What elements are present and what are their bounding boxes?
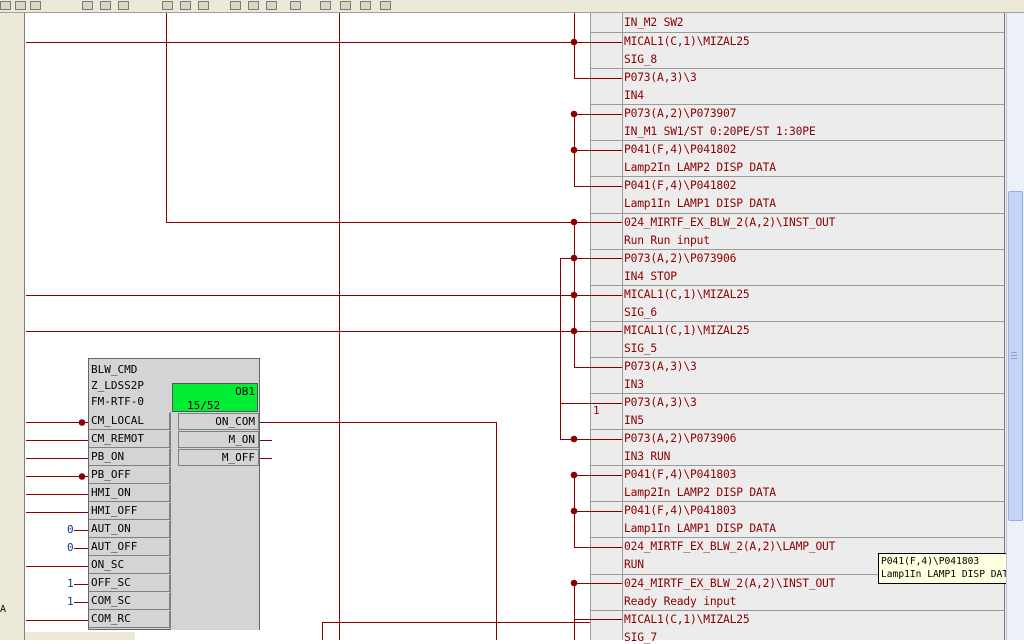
xref-row-comment: IN3 (624, 377, 644, 391)
xref-row-address[interactable]: P073(A,3)\3 (624, 360, 697, 373)
scrollbar-thumb[interactable] (1008, 191, 1023, 521)
input-pin-com-sc[interactable]: COM_SC (89, 593, 170, 610)
xref-row-address[interactable]: P073(A,3)\3 (624, 396, 697, 409)
input-pin-cm-local[interactable]: CM_LOCAL (89, 413, 170, 430)
xref-row-address[interactable]: 024_MIRTF_EX_BLW_2(A,2)\INST_OUT (624, 577, 835, 590)
block-name: BLW_CMD (91, 363, 138, 376)
hover-tooltip: P041(F,4)\P041803 Lamp1In LAMP1 DISP DAT… (878, 553, 1022, 584)
junction-dot (570, 254, 578, 262)
sheet-marker: 1 (593, 404, 600, 417)
xref-row-comment: Lamp2In LAMP2 DISP DATA (624, 486, 776, 500)
xref-row-address[interactable]: IN_M2 SW2 (624, 16, 684, 29)
tooltip-line-2: Lamp1In LAMP1 DISP DATA (881, 569, 1014, 580)
xref-row-address[interactable]: MICAL1(C,1)\MIZAL25 (624, 288, 750, 301)
xref-row-comment: IN3 RUN (624, 450, 671, 464)
xref-row-comment: IN_M1 SW1/ST 0:20PE/ST 1:30PE (624, 125, 816, 139)
xref-row-address[interactable]: MICAL1(C,1)\MIZAL25 (624, 324, 750, 337)
constant-value[interactable]: 1 (67, 595, 74, 608)
junction-dot (570, 291, 578, 299)
xref-row-address[interactable]: P041(F,4)\P041803 (624, 468, 736, 481)
input-pin-pb-off[interactable]: PB_OFF (89, 467, 170, 484)
input-pin-hmi-on[interactable]: HMI_ON (89, 485, 170, 502)
input-pin-hmi-off[interactable]: HMI_OFF (89, 503, 170, 520)
input-pin-pb-on[interactable]: PB_ON (89, 449, 170, 466)
input-junction-dot (78, 419, 86, 426)
input-pin-aut-off[interactable]: AUT_OFF (89, 539, 170, 556)
constant-value[interactable]: 0 (67, 541, 74, 554)
xref-row-comment: Lamp1In LAMP1 DISP DATA (624, 197, 776, 211)
sheet-tabs[interactable] (25, 632, 135, 640)
xref-row-comment: SIG_5 (624, 341, 658, 355)
block-type: Z_LDSS2P (91, 379, 144, 392)
xref-row-comment: Run Run input (624, 233, 710, 247)
xref-row-address[interactable]: MICAL1(C,1)\MIZAL25 (624, 613, 750, 626)
input-pin-on-sc[interactable]: ON_SC (89, 557, 170, 574)
junction-dot (570, 471, 578, 479)
xref-row-comment: SIG_6 (624, 305, 658, 319)
constant-value[interactable]: 0 (67, 523, 74, 536)
junction-dot (570, 110, 578, 118)
xref-row-address[interactable]: P073(A,2)\P073907 (624, 107, 736, 120)
output-pin-m-off[interactable]: M_OFF (178, 449, 259, 466)
ob-label: OB1 (235, 385, 255, 398)
xref-row-address[interactable]: MICAL1(C,1)\MIZAL25 (624, 35, 750, 48)
xref-row-comment: Ready Ready input (624, 594, 737, 608)
output-pin-m-on[interactable]: M_ON (178, 431, 259, 448)
xref-row-address[interactable]: 024_MIRTF_EX_BLW_2(A,2)\INST_OUT (624, 216, 835, 229)
junction-dot (570, 579, 578, 587)
xref-row-address[interactable]: P041(F,4)\P041802 (624, 143, 736, 156)
input-pin-cm-remot[interactable]: CM_REMOT (89, 431, 170, 448)
xref-row-address[interactable]: 024_MIRTF_EX_BLW_2(A,2)\LAMP_OUT (624, 540, 835, 553)
input-pin-aut-on[interactable]: AUT_ON (89, 521, 170, 538)
xref-row-comment: SIG_8 (624, 53, 658, 66)
xref-row-comment: SIG_7 (624, 630, 658, 644)
run-sequence-box[interactable]: OB1 15/52 (172, 383, 258, 412)
xref-row-comment: Lamp2In LAMP2 DISP DATA (624, 161, 776, 175)
xref-row-comment: Lamp1In LAMP1 DISP DATA (624, 522, 776, 536)
xref-row-comment: IN4 (624, 89, 644, 103)
junction-dot (570, 507, 578, 515)
constant-value[interactable]: 1 (67, 577, 74, 590)
xref-row-address[interactable]: P041(F,4)\P041802 (624, 179, 736, 192)
output-pin-on-com[interactable]: ON_COM (178, 413, 259, 430)
xref-row-address[interactable]: P073(A,2)\P073906 (624, 432, 736, 445)
junction-dot (570, 218, 578, 226)
block-comment: FM-RTF-0 (91, 395, 144, 408)
junction-dot (570, 146, 578, 154)
input-pin-off-sc[interactable]: OFF_SC (89, 575, 170, 592)
junction-dot (570, 38, 578, 46)
vertical-scrollbar[interactable] (1006, 13, 1024, 640)
xref-row-address[interactable]: P041(F,4)\P041803 (624, 504, 736, 517)
xref-row-comment: IN5 (624, 414, 644, 427)
xref-row-comment: IN4 STOP (624, 269, 677, 283)
input-junction-dot (78, 473, 86, 480)
junction-dot (570, 327, 578, 335)
input-pin-com-rc[interactable]: COM_RC (89, 611, 170, 628)
junction-dot (570, 435, 578, 443)
xref-row-comment: RUN (624, 558, 644, 572)
xref-row-address[interactable]: P073(A,3)\3 (624, 71, 697, 84)
ob-sequence-number: 15/52 (187, 399, 221, 412)
xref-row-address[interactable]: P073(A,2)\P073906 (624, 252, 736, 265)
tooltip-line-1: P041(F,4)\P041803 (881, 556, 980, 567)
